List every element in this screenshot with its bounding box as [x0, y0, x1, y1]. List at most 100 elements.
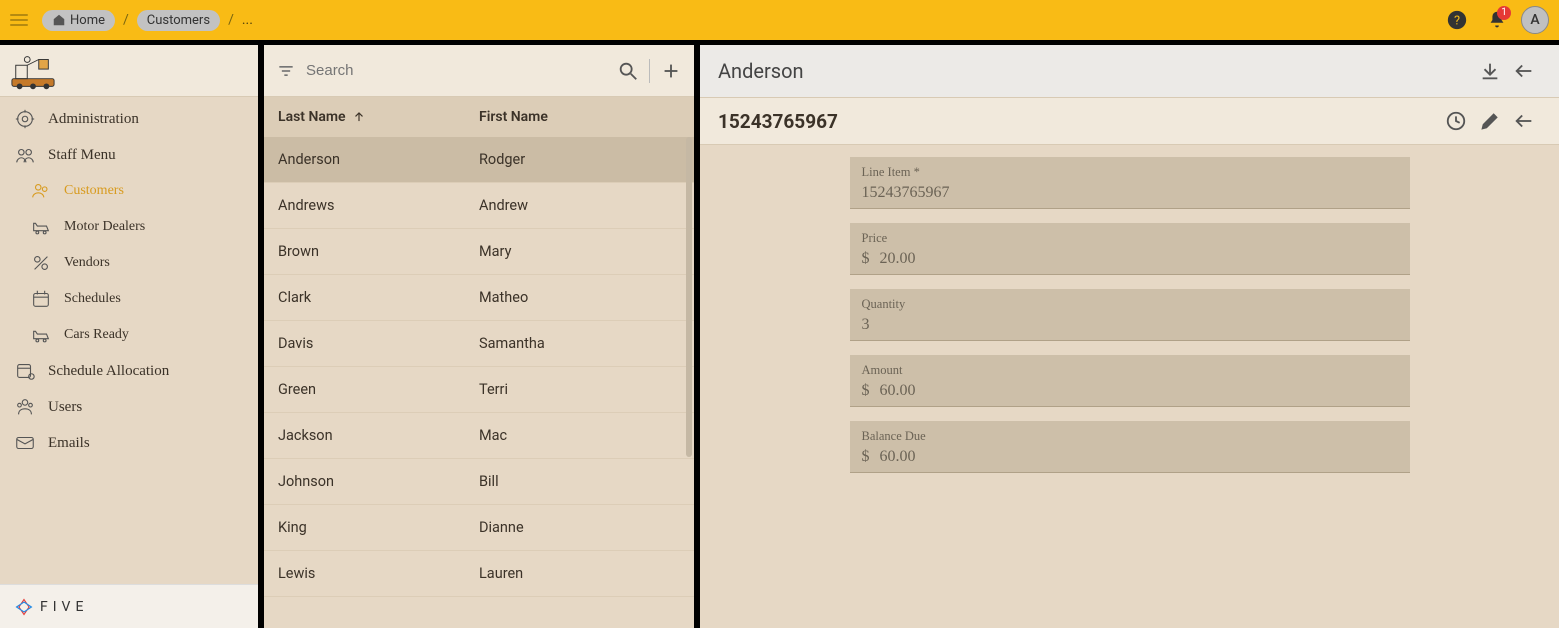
- sidebar-item-users[interactable]: Users: [0, 389, 258, 425]
- sidebar-item-label: Schedule Allocation: [48, 363, 169, 380]
- sidebar-item-label: Vendors: [64, 255, 110, 271]
- field-value: 15243765967: [862, 184, 1398, 202]
- notifications-icon[interactable]: 1: [1481, 4, 1513, 36]
- table-row[interactable]: BrownMary: [264, 229, 694, 275]
- nav-icon: [14, 108, 36, 130]
- column-last-name[interactable]: Last Name: [278, 109, 479, 125]
- customer-list-panel: Last Name First Name AndersonRodgerAndre…: [263, 45, 695, 628]
- cell-first-name: Mary: [479, 243, 680, 260]
- sidebar-nav: Administration Staff Menu Customers Motor D…: [0, 97, 258, 584]
- sidebar: Administration Staff Menu Customers Motor D…: [0, 45, 258, 628]
- sidebar-item-label: Administration: [48, 111, 139, 128]
- table-row[interactable]: LewisLauren: [264, 551, 694, 597]
- app-logo: [0, 45, 258, 97]
- sidebar-item-label: Cars Ready: [64, 327, 129, 343]
- sidebar-footer: FIVE: [0, 584, 258, 628]
- cell-last-name: Green: [278, 381, 479, 398]
- field-balance-due: Balance Due $ 60.00: [850, 421, 1410, 473]
- customer-list: AndersonRodgerAndrewsAndrewBrownMaryClar…: [264, 137, 694, 628]
- field-value: $ 60.00: [862, 448, 1398, 466]
- field-label: Price: [862, 231, 1398, 246]
- field-label: Quantity: [862, 297, 1398, 312]
- detail-panel: Anderson 15243765967: [700, 45, 1559, 628]
- cell-first-name: Bill: [479, 473, 680, 490]
- sidebar-item-administration[interactable]: Administration: [0, 101, 258, 137]
- cell-first-name: Andrew: [479, 197, 680, 214]
- nav-icon: [30, 180, 52, 202]
- breadcrumb-customers[interactable]: Customers: [137, 10, 220, 31]
- sidebar-item-schedule-allocation[interactable]: Schedule Allocation: [0, 353, 258, 389]
- history-icon[interactable]: [1439, 104, 1473, 138]
- cell-first-name: Samantha: [479, 335, 680, 352]
- nav-icon: [30, 216, 52, 238]
- detail-subtitle: 15243765967: [718, 110, 838, 133]
- table-row[interactable]: AndrewsAndrew: [264, 183, 694, 229]
- field-label: Line Item *: [862, 165, 1398, 180]
- topbar: Home / Customers / ... ? 1 A: [0, 0, 1559, 40]
- cell-last-name: Anderson: [278, 151, 479, 168]
- breadcrumb-sep: /: [228, 12, 234, 28]
- sidebar-item-customers[interactable]: Customers: [0, 173, 258, 209]
- cell-first-name: Rodger: [479, 151, 680, 168]
- detail-header: Anderson: [700, 45, 1559, 97]
- search-icon[interactable]: [617, 60, 639, 82]
- cell-last-name: Brown: [278, 243, 479, 260]
- cell-first-name: Terri: [479, 381, 680, 398]
- nav-icon: [14, 396, 36, 418]
- cell-last-name: Lewis: [278, 565, 479, 582]
- table-row[interactable]: ClarkMatheo: [264, 275, 694, 321]
- field-value: $ 20.00: [862, 250, 1398, 268]
- edit-icon[interactable]: [1473, 104, 1507, 138]
- nav-icon: [30, 324, 52, 346]
- menu-toggle-icon[interactable]: [10, 8, 34, 32]
- search-input[interactable]: [306, 62, 607, 79]
- table-row[interactable]: KingDianne: [264, 505, 694, 551]
- cell-last-name: Clark: [278, 289, 479, 306]
- sidebar-item-label: Staff Menu: [48, 147, 116, 164]
- sort-asc-icon: [352, 110, 366, 124]
- sidebar-item-label: Emails: [48, 435, 90, 452]
- field-value: $ 60.00: [862, 382, 1398, 400]
- cell-last-name: Jackson: [278, 427, 479, 444]
- help-icon[interactable]: ?: [1441, 4, 1473, 36]
- breadcrumb-customers-label: Customers: [147, 13, 210, 28]
- sidebar-item-vendors[interactable]: Vendors: [0, 245, 258, 281]
- list-toolbar: [264, 45, 694, 97]
- table-row[interactable]: GreenTerri: [264, 367, 694, 413]
- table-row[interactable]: DavisSamantha: [264, 321, 694, 367]
- back-icon[interactable]: [1507, 54, 1541, 88]
- detail-body: Line Item * 15243765967 Price $ 20.00 Quanti…: [700, 145, 1559, 628]
- breadcrumb-home[interactable]: Home: [42, 10, 115, 31]
- avatar-initial: A: [1530, 12, 1539, 28]
- column-first-name[interactable]: First Name: [479, 109, 680, 125]
- table-row[interactable]: JohnsonBill: [264, 459, 694, 505]
- download-icon[interactable]: [1473, 54, 1507, 88]
- cell-last-name: Johnson: [278, 473, 479, 490]
- table-row[interactable]: AndersonRodger: [264, 137, 694, 183]
- breadcrumb-sep: /: [123, 12, 129, 28]
- table-row[interactable]: JacksonMac: [264, 413, 694, 459]
- sidebar-item-label: Motor Dealers: [64, 219, 145, 235]
- cell-first-name: Matheo: [479, 289, 680, 306]
- scrollbar[interactable]: [686, 137, 692, 457]
- nav-icon: [30, 288, 52, 310]
- sidebar-item-staff-menu[interactable]: Staff Menu: [0, 137, 258, 173]
- filter-icon[interactable]: [276, 61, 296, 81]
- cell-first-name: Dianne: [479, 519, 680, 536]
- detail-title: Anderson: [718, 59, 804, 83]
- cell-last-name: King: [278, 519, 479, 536]
- add-icon[interactable]: [660, 60, 682, 82]
- sidebar-item-schedules[interactable]: Schedules: [0, 281, 258, 317]
- cell-last-name: Davis: [278, 335, 479, 352]
- field-label: Balance Due: [862, 429, 1398, 444]
- field-price: Price $ 20.00: [850, 223, 1410, 275]
- five-logo: FIVE: [14, 597, 88, 617]
- sidebar-item-motor-dealers[interactable]: Motor Dealers: [0, 209, 258, 245]
- field-amount: Amount$ 60.00: [850, 355, 1410, 407]
- field-value: 3: [862, 316, 1398, 334]
- sidebar-item-emails[interactable]: Emails: [0, 425, 258, 461]
- back-icon[interactable]: [1507, 104, 1541, 138]
- sidebar-item-cars-ready[interactable]: Cars Ready: [0, 317, 258, 353]
- avatar[interactable]: A: [1521, 6, 1549, 34]
- list-header: Last Name First Name: [264, 97, 694, 137]
